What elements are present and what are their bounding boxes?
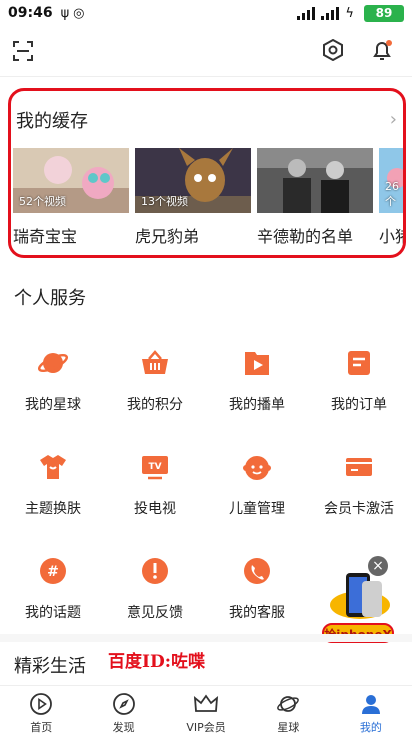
divider (0, 634, 412, 642)
watermark-text: 百度ID:咗喋 (108, 652, 205, 672)
service-my-playlist[interactable]: 我的播单 (207, 348, 307, 428)
status-time: 09:46 (8, 5, 53, 21)
cache-thumbnail[interactable]: 52个视频 (13, 148, 129, 213)
scan-icon[interactable] (12, 40, 34, 62)
chevron-right-icon[interactable]: › (390, 109, 397, 130)
service-label: 我的客服 (229, 605, 285, 621)
tab-vip[interactable]: VIP会员 (165, 686, 247, 739)
services-title: 个人服务 (14, 288, 86, 309)
tab-discover[interactable]: 发现 (82, 686, 164, 739)
playlist-icon (245, 352, 269, 375)
tab-label: 我的 (359, 721, 382, 734)
svg-text:#: # (47, 564, 59, 580)
service-feedback[interactable]: 意见反馈 (105, 556, 205, 636)
service-label: 意见反馈 (127, 605, 183, 621)
profile-icon (361, 695, 380, 714)
tab-label: VIP会员 (186, 721, 226, 734)
cache-label: 小猪 (379, 227, 403, 246)
status-bar: 09:46 ψ ◎ ϟ 89 (0, 0, 412, 26)
my-cache-section: 我的缓存 › 52个视频 13个视频 26个 瑞奇宝宝 虎兄豹弟 辛德勒的名单 … (8, 88, 406, 258)
play-circle-icon (30, 693, 53, 715)
wifi-signal-icon (297, 6, 316, 20)
cache-label: 虎兄豹弟 (135, 227, 200, 246)
service-my-orders[interactable]: 我的订单 (309, 348, 409, 428)
hashtag-icon: # (40, 558, 66, 584)
phone-icon (244, 558, 270, 584)
service-cast-tv[interactable]: TV 投电视 (105, 452, 205, 532)
service-customer-service[interactable]: 我的客服 (207, 556, 307, 636)
planet-outline-icon (277, 696, 300, 712)
exclamation-icon (142, 558, 168, 584)
tab-label: 首页 (30, 721, 53, 734)
service-label: 我的话题 (25, 605, 81, 621)
close-icon[interactable]: × (368, 556, 388, 576)
tab-label: 发现 (112, 721, 135, 734)
service-child-management[interactable]: 儿童管理 (207, 452, 307, 532)
svg-text:TV: TV (148, 462, 161, 472)
service-label: 我的星球 (25, 397, 81, 413)
life-title: 精彩生活 (14, 656, 86, 677)
planet-icon (38, 353, 68, 373)
service-card-activation[interactable]: 会员卡激活 (309, 452, 409, 532)
cache-label: 辛德勒的名单 (257, 227, 354, 246)
compass-icon (112, 693, 135, 715)
cache-thumbnail[interactable]: 26个 (379, 148, 403, 213)
cell-signal-icon (321, 6, 340, 20)
child-face-icon (243, 456, 271, 480)
order-icon (348, 351, 370, 375)
crown-icon (193, 694, 219, 712)
service-label: 儿童管理 (229, 501, 285, 517)
usb-icon: ψ (60, 5, 70, 21)
phone-promo-icon (330, 573, 390, 619)
cache-count: 13个视频 (141, 195, 188, 208)
bottom-tab-bar: 首页 发现 VIP会员 星球 我的 (0, 685, 412, 739)
service-label: 我的订单 (331, 397, 387, 413)
cache-thumbnail[interactable] (257, 148, 373, 213)
battery-icon: 89 (364, 4, 404, 22)
service-theme[interactable]: 主题换肤 (3, 452, 103, 532)
tab-home[interactable]: 首页 (0, 686, 82, 739)
cache-title: 我的缓存 (16, 111, 88, 132)
tab-planet[interactable]: 星球 (247, 686, 329, 739)
divider (0, 76, 412, 77)
tv-icon: TV (142, 456, 168, 480)
service-label: 我的积分 (127, 397, 183, 413)
card-icon (346, 458, 372, 476)
cache-thumbnail[interactable]: 13个视频 (135, 148, 251, 213)
tab-label: 星球 (277, 721, 300, 734)
service-label: 会员卡激活 (324, 501, 394, 517)
service-my-topics[interactable]: # 我的话题 (3, 556, 103, 636)
tab-mine[interactable]: 我的 (330, 686, 412, 739)
tshirt-icon (40, 455, 66, 479)
cache-count: 52个视频 (19, 195, 66, 208)
bell-icon[interactable] (370, 38, 394, 62)
settings-icon[interactable] (322, 39, 344, 61)
cache-count: 26个 (385, 180, 399, 208)
service-my-planet[interactable]: 我的星球 (3, 348, 103, 428)
cache-label: 瑞奇宝宝 (13, 227, 78, 246)
charging-icon: ϟ (345, 5, 354, 21)
basket-icon (142, 350, 168, 374)
service-label: 我的播单 (229, 397, 285, 413)
service-label: 主题换肤 (25, 501, 81, 517)
service-label: 投电视 (134, 501, 176, 517)
service-my-points[interactable]: 我的积分 (105, 348, 205, 428)
hotspot-icon: ◎ (73, 5, 85, 21)
top-bar (0, 34, 412, 70)
